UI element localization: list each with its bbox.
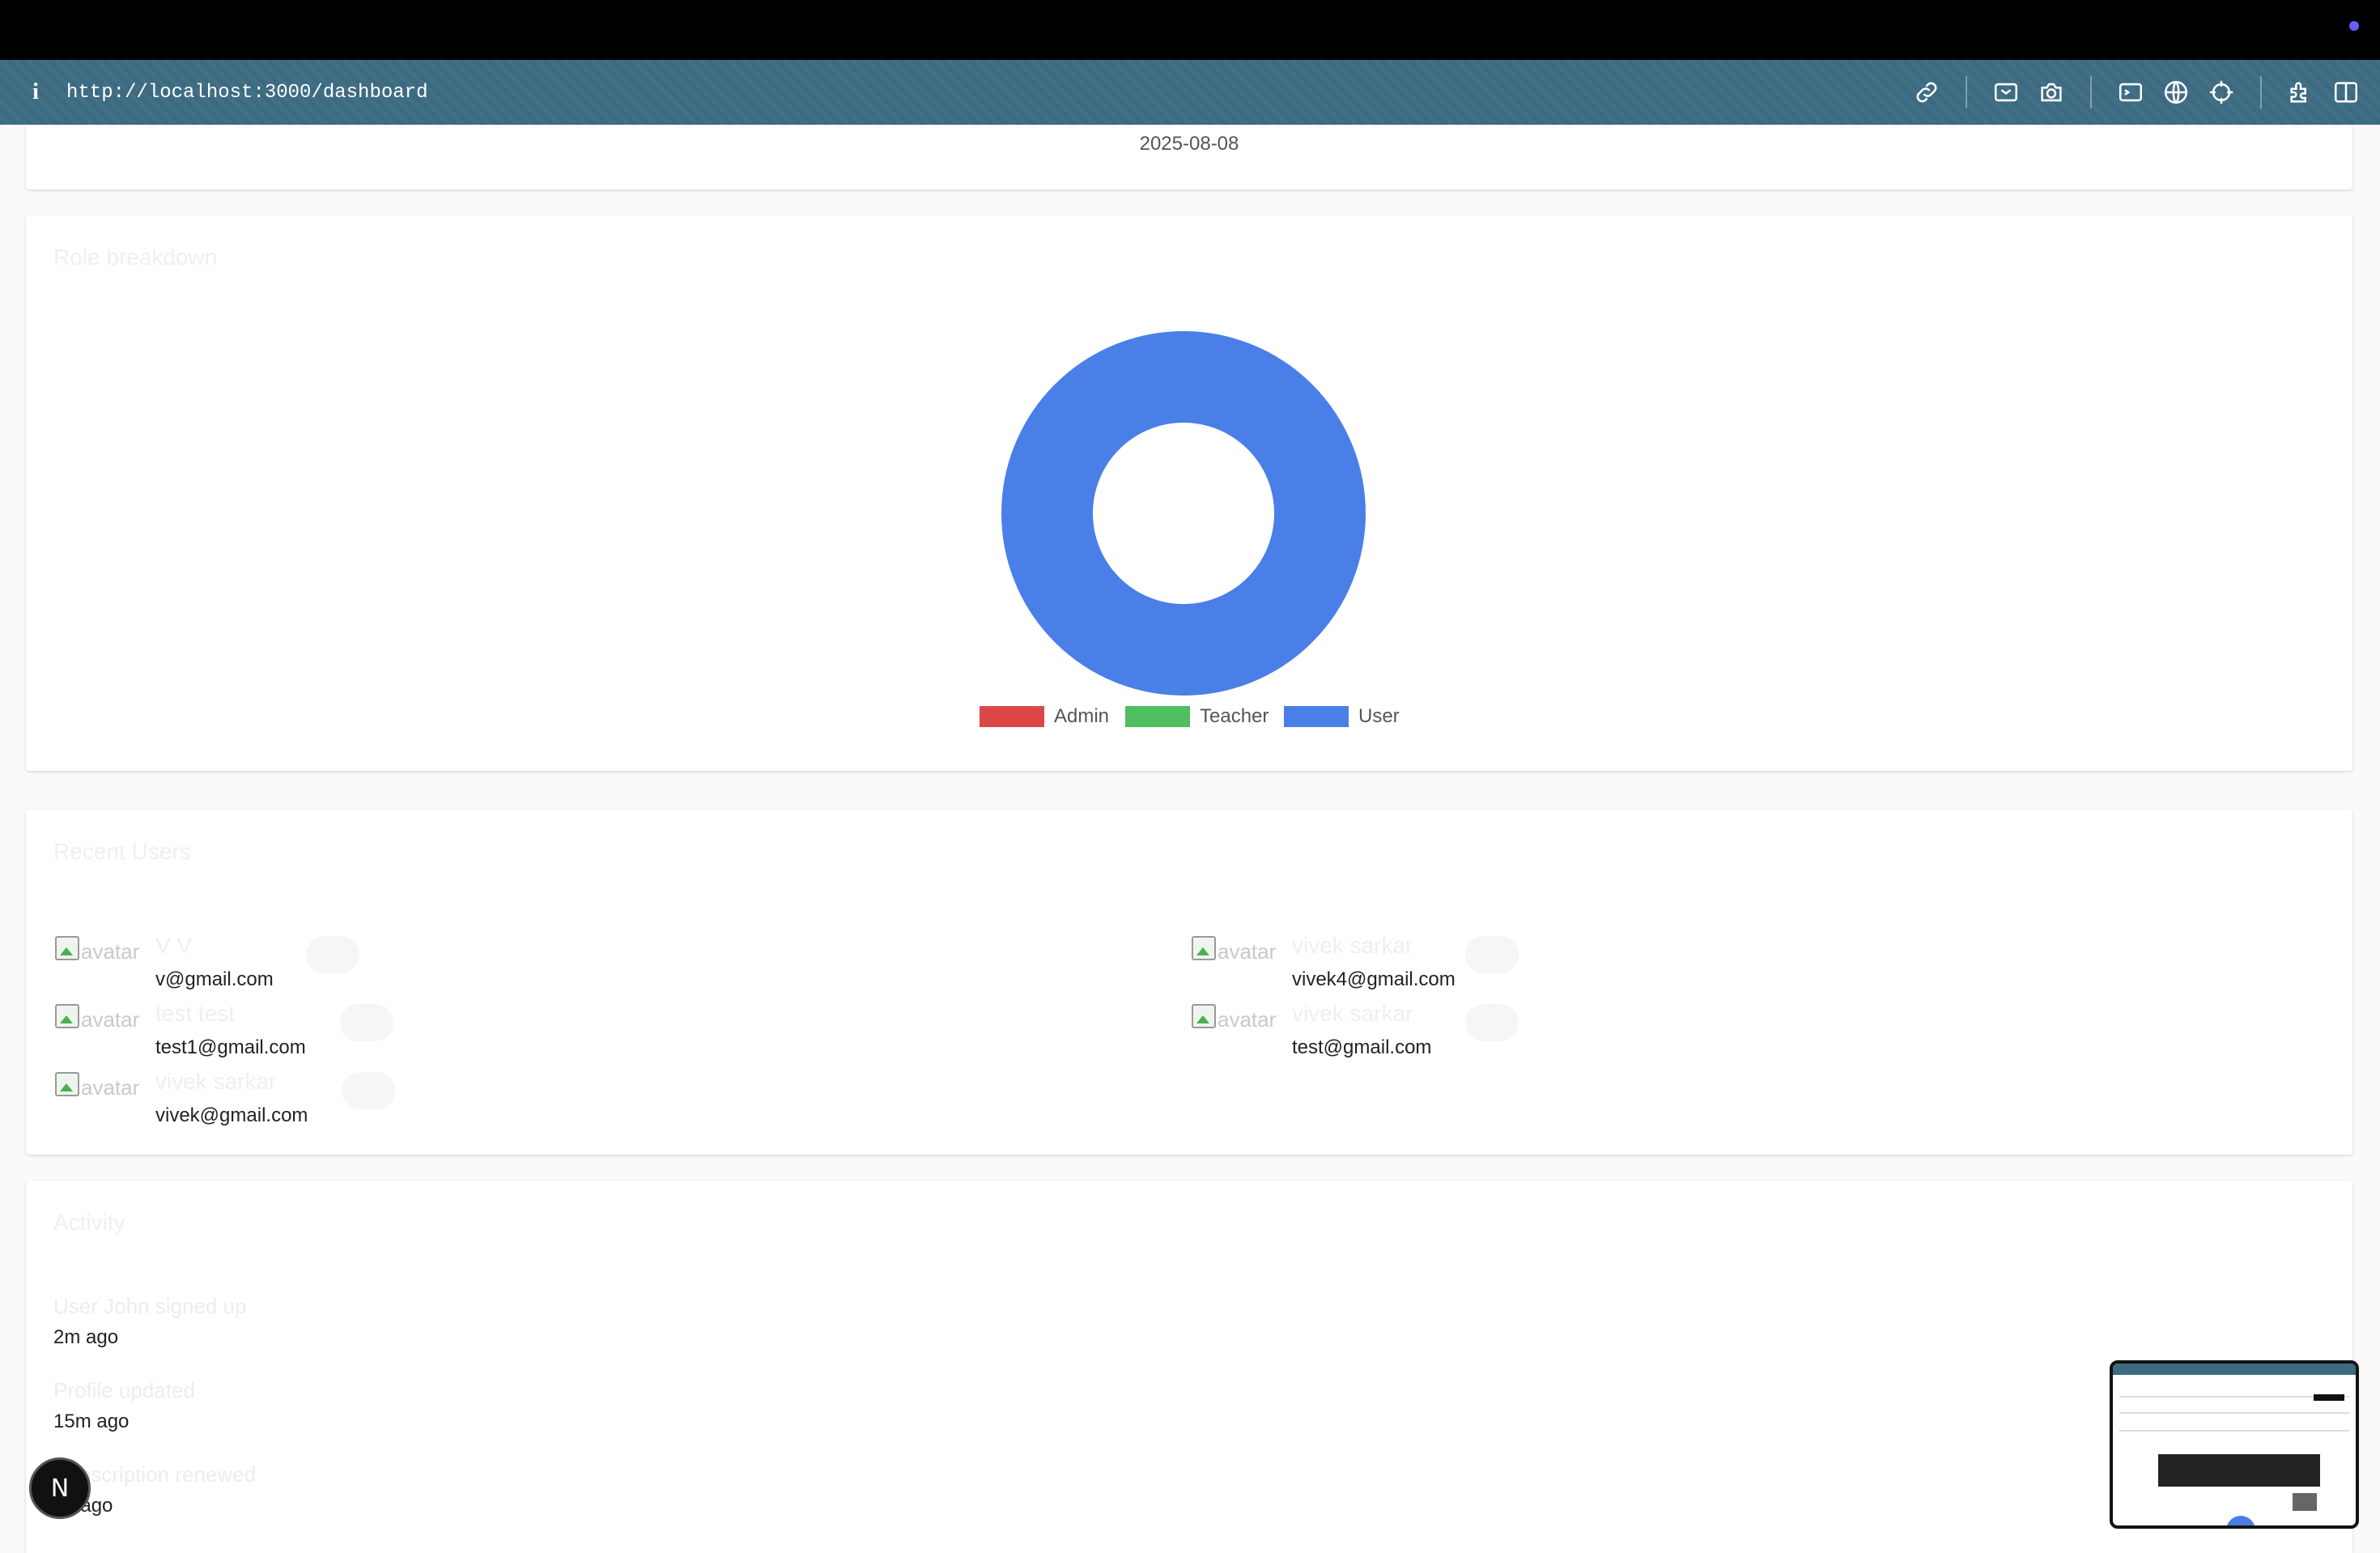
user-email: vivek@gmail.com bbox=[155, 1104, 308, 1126]
role-badge bbox=[1465, 1004, 1519, 1041]
user-email: test1@gmail.com bbox=[155, 1036, 306, 1058]
donut-slice-user[interactable] bbox=[1001, 331, 1366, 696]
role-breakdown-title: Role breakdown bbox=[53, 245, 218, 270]
activity-item-title: Profile updated bbox=[53, 1378, 195, 1402]
user-email: vivek4@gmail.com bbox=[1292, 968, 1456, 990]
date-card: 2025-08-08 bbox=[26, 125, 2352, 189]
user-name: V V bbox=[155, 933, 193, 958]
window-top-bar bbox=[0, 0, 2380, 60]
legend-item-admin[interactable]: Admin bbox=[980, 704, 1109, 729]
current-date: 2025-08-08 bbox=[1139, 133, 1239, 155]
role-badge bbox=[342, 1072, 395, 1109]
avatar-alt-text: avatar bbox=[81, 1007, 140, 1032]
user-row[interactable]: avatar test test test1@gmail.com bbox=[55, 1001, 1107, 1072]
preview-block bbox=[2314, 1394, 2344, 1401]
user-email: test@gmail.com bbox=[1292, 1036, 1432, 1058]
preview-circle bbox=[2226, 1516, 2255, 1525]
broken-image-icon bbox=[55, 936, 79, 960]
extension-icon[interactable] bbox=[2278, 70, 2323, 115]
avatar-alt-text: avatar bbox=[81, 1075, 140, 1100]
role-donut-chart bbox=[1001, 331, 1366, 696]
activity-item-time: 2m ago bbox=[53, 1326, 119, 1348]
role-badge bbox=[1465, 936, 1519, 973]
user-row[interactable]: avatar V V v@gmail.com bbox=[55, 933, 1107, 1004]
address-bar: i http://localhost:3000/dashboard bbox=[0, 60, 2380, 125]
activity-item-time: 15m ago bbox=[53, 1410, 130, 1432]
activity-item-title: User John signed up bbox=[53, 1294, 247, 1318]
role-breakdown-card: Role breakdown Admin Teacher User bbox=[26, 215, 2352, 771]
legend-label-admin: Admin bbox=[1054, 705, 1110, 727]
toolbar-separator bbox=[1966, 76, 1967, 108]
recent-users-title: Recent Users bbox=[53, 839, 191, 864]
link-icon[interactable] bbox=[1904, 70, 1949, 115]
activity-title: Activity bbox=[53, 1210, 125, 1235]
recent-users-card: Recent Users avatar V V v@gmail.com avat… bbox=[26, 810, 2352, 1155]
legend-swatch-teacher bbox=[1125, 706, 1190, 727]
user-name: test test bbox=[155, 1001, 236, 1026]
user-row[interactable]: avatar vivek sarkar vivek4@gmail.com bbox=[1192, 933, 2244, 1004]
globe-icon[interactable] bbox=[2153, 70, 2199, 115]
avatar-alt-text: avatar bbox=[81, 939, 140, 964]
status-dot bbox=[2349, 21, 2359, 31]
activity-card: Activity User John signed up 2m ago Prof… bbox=[26, 1181, 2352, 1553]
preview-block bbox=[2158, 1454, 2320, 1487]
preview-line bbox=[2119, 1412, 2349, 1414]
legend-item-teacher[interactable]: Teacher bbox=[1125, 704, 1269, 729]
terminal-icon[interactable] bbox=[2108, 70, 2153, 115]
page-preview-thumbnail[interactable] bbox=[2110, 1360, 2359, 1529]
user-email: v@gmail.com bbox=[155, 968, 274, 990]
broken-image-icon bbox=[55, 1004, 79, 1028]
info-icon[interactable]: i bbox=[24, 79, 47, 105]
avatar-alt-text: avatar bbox=[1218, 939, 1277, 964]
role-badge bbox=[306, 936, 359, 973]
nextjs-dev-badge[interactable]: N bbox=[29, 1457, 91, 1519]
toolbar-separator bbox=[2090, 76, 2092, 108]
legend-label-user: User bbox=[1358, 705, 1400, 727]
toolbar bbox=[1904, 60, 2380, 125]
role-badge bbox=[340, 1004, 393, 1041]
user-name: vivek sarkar bbox=[1292, 933, 1413, 958]
preview-block bbox=[2293, 1493, 2317, 1511]
legend-swatch-user bbox=[1284, 706, 1349, 727]
broken-image-icon bbox=[1192, 1004, 1216, 1028]
legend-swatch-admin bbox=[980, 706, 1044, 727]
user-name: vivek sarkar bbox=[1292, 1001, 1413, 1026]
legend-item-user[interactable]: User bbox=[1284, 704, 1400, 729]
preview-bar bbox=[2113, 1364, 2356, 1375]
avatar-alt-text: avatar bbox=[1218, 1007, 1277, 1032]
screenshot-area-icon[interactable] bbox=[1983, 70, 2029, 115]
user-row[interactable]: avatar vivek sarkar vivek@gmail.com bbox=[55, 1069, 1107, 1140]
broken-image-icon bbox=[55, 1072, 79, 1096]
toolbar-separator bbox=[2260, 76, 2262, 108]
split-view-icon[interactable] bbox=[2323, 70, 2369, 115]
camera-icon[interactable] bbox=[2029, 70, 2074, 115]
preview-line bbox=[2119, 1430, 2349, 1432]
user-row[interactable]: avatar vivek sarkar test@gmail.com bbox=[1192, 1001, 2244, 1072]
crosshair-icon[interactable] bbox=[2199, 70, 2244, 115]
broken-image-icon bbox=[1192, 936, 1216, 960]
url-text[interactable]: http://localhost:3000/dashboard bbox=[66, 82, 427, 104]
user-name: vivek sarkar bbox=[155, 1069, 277, 1094]
legend-label-teacher: Teacher bbox=[1200, 705, 1269, 727]
